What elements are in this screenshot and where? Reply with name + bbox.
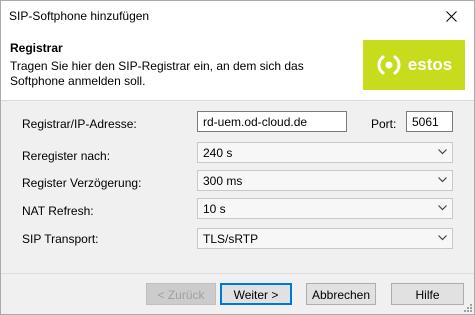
chevron-down-icon [438,205,447,211]
register-delay-select[interactable]: 300 ms [197,170,453,191]
help-button[interactable]: Hilfe [391,283,464,305]
port-label: Port: [371,117,397,131]
header-description: Tragen Sie hier den SIP-Registrar ein, a… [10,59,304,88]
chevron-down-icon [438,235,447,241]
title-bar: SIP-Softphone hinzufügen [1,1,474,32]
estos-logo-icon [377,55,401,75]
nat-refresh-label: NAT Refresh: [22,204,94,218]
registrar-label: Registrar/IP-Adresse: [22,117,137,131]
registrar-input[interactable]: rd-uem.od-cloud.de [197,111,347,132]
register-delay-value: 300 ms [203,174,243,188]
header-title: Registrar [10,41,63,55]
dialog-window: SIP-Softphone hinzufügen Registrar Trage… [0,0,475,315]
close-button[interactable] [428,1,474,32]
resize-grip-icon[interactable] [463,303,473,313]
nat-refresh-value: 10 s [203,202,226,216]
sip-transport-label: SIP Transport: [22,232,99,246]
back-button[interactable]: < Zurück [146,283,216,305]
reregister-select[interactable]: 240 s [197,142,453,163]
sip-transport-select[interactable]: TLS/sRTP [197,228,453,249]
register-delay-label: Register Verzögerung: [22,176,142,190]
chevron-down-icon [438,177,447,183]
reregister-label: Reregister nach: [22,149,111,163]
port-input[interactable]: 5061 [406,111,453,132]
estos-logo: estos [363,40,465,90]
window-title: SIP-Softphone hinzufügen [9,9,150,23]
wizard-header: Registrar Tragen Sie hier den SIP-Regist… [1,32,474,101]
footer-divider [1,273,474,274]
next-button[interactable]: Weiter > [220,283,292,305]
reregister-value: 240 s [203,146,233,160]
nat-refresh-select[interactable]: 10 s [197,198,453,219]
logo-text: estos [407,55,453,74]
close-icon [445,11,457,22]
chevron-down-icon [438,149,447,155]
sip-transport-value: TLS/sRTP [203,232,259,246]
cancel-button[interactable]: Abbrechen [306,283,376,305]
